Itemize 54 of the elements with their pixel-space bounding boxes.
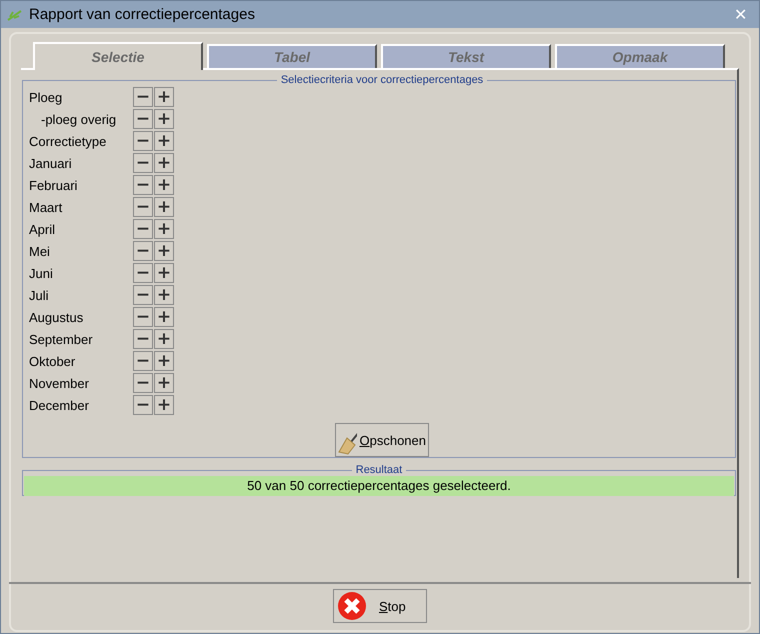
plus-button[interactable]: + [154, 87, 174, 107]
plus-button[interactable]: + [154, 307, 174, 327]
minus-button[interactable]: − [133, 285, 153, 305]
criterion-label: September [29, 332, 94, 346]
minus-button[interactable]: − [133, 153, 153, 173]
plus-button[interactable]: + [154, 109, 174, 129]
criterion-label: -ploeg overig [40, 112, 118, 126]
minus-button[interactable]: − [133, 329, 153, 349]
minus-button[interactable]: − [133, 197, 153, 217]
minus-button[interactable]: − [133, 395, 153, 415]
criterion-label: Augustus [29, 310, 84, 324]
criterion-label: Oktober [29, 354, 76, 368]
minus-button[interactable]: − [133, 351, 153, 371]
stop-icon [337, 591, 367, 621]
criterion-label: Mei [29, 244, 51, 258]
minus-button[interactable]: − [133, 175, 153, 195]
minus-button[interactable]: − [133, 219, 153, 239]
minus-button[interactable]: − [133, 307, 153, 327]
group-title: Resultaat [354, 464, 404, 476]
criterion-label: April [29, 222, 56, 236]
plus-button[interactable]: + [154, 197, 174, 217]
plus-button[interactable]: + [154, 329, 174, 349]
plus-button[interactable]: + [154, 131, 174, 151]
minus-button[interactable]: − [133, 263, 153, 283]
criterion-label: December [29, 398, 90, 412]
stop-button[interactable]: Stop [333, 589, 427, 623]
minus-button[interactable]: − [133, 373, 153, 393]
plus-button[interactable]: + [154, 285, 174, 305]
plus-button[interactable]: + [154, 241, 174, 261]
minus-button[interactable]: − [133, 241, 153, 261]
window-title: Rapport van correctiepercentages [29, 6, 255, 23]
criterion-label: Maart [29, 200, 64, 214]
minus-button[interactable]: − [133, 131, 153, 151]
plus-button[interactable]: + [154, 373, 174, 393]
criterion-label: Correctietype [29, 134, 108, 148]
plus-button[interactable]: + [154, 395, 174, 415]
criterion-label: Januari [29, 156, 73, 170]
plus-button[interactable]: + [154, 351, 174, 371]
minus-button[interactable]: − [133, 87, 153, 107]
plus-button[interactable]: + [154, 175, 174, 195]
plus-button[interactable]: + [154, 219, 174, 239]
app-icon [7, 8, 23, 22]
minus-button[interactable]: − [133, 109, 153, 129]
criterion-label: Juli [29, 288, 50, 302]
plus-button[interactable]: + [154, 263, 174, 283]
criterion-label: Ploeg [29, 90, 64, 104]
tab[interactable]: Selectie [33, 42, 203, 70]
criterion-label: Juni [29, 266, 54, 280]
result-message: 50 van 50 correctiepercentages geselecteerd. [24, 476, 734, 496]
group-title: Selectiecriteria voor correctiepercentages [280, 74, 484, 86]
plus-button[interactable]: + [154, 153, 174, 173]
criterion-label: Februari [29, 178, 78, 192]
clear-button[interactable]: Opschonen [335, 423, 429, 457]
criterion-label: November [29, 376, 90, 390]
